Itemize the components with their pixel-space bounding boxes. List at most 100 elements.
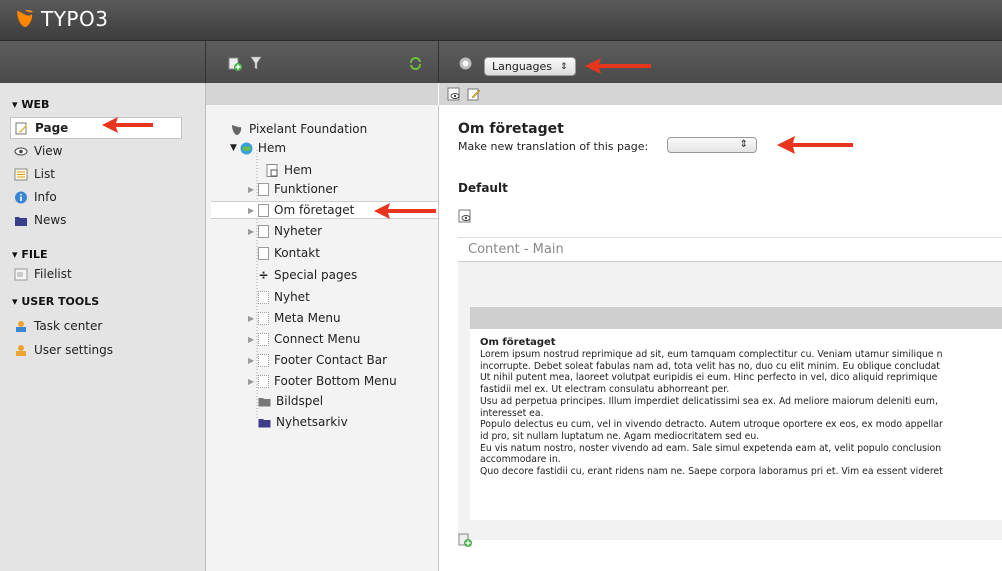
content-element-title: Om företaget [480,337,556,348]
tree-item-label: Om företaget [274,203,355,217]
page-icon [258,311,269,325]
typo3-logo[interactable]: TYPO3 [14,7,108,31]
module-news[interactable]: News [10,210,180,230]
tree-item[interactable]: Kontakt [258,244,320,262]
module-menu: ▾ WEB Page View List Info News ▾ FILE Fi… [0,83,206,571]
folder-icon [15,216,27,226]
text-line: id pro, sit nullam luptatum ne. Agam med… [480,430,760,442]
text-line: Ut nihil putent mea, laoreet volutpat eu… [480,372,938,384]
tree-item-label: Kontakt [274,246,320,260]
page-icon [258,290,269,304]
tree-item[interactable]: Hem [258,161,312,179]
expand-arrow-icon[interactable]: ▶ [248,227,258,236]
filter-icon[interactable] [250,56,262,70]
text-line: Lorem ipsum nostrud reprimique ad sit, e… [480,349,943,360]
tree-item[interactable]: ▶ Connect Menu [248,330,360,348]
content-icon-bar [439,83,1002,105]
module-filelist-label: Filelist [34,267,72,281]
tree-item-label: Connect Menu [274,332,361,346]
tree-item-label: Nyhetsarkiv [276,415,348,429]
expand-arrow-icon[interactable]: ▶ [248,314,258,323]
shortcut-page-icon [266,163,278,177]
text-line: Populo delectus eu cum, vel in vivendo d… [480,419,943,431]
tree-item[interactable]: Nyhet [258,288,310,306]
edit-page-icon[interactable] [467,87,481,101]
module-list[interactable]: List [10,164,180,184]
section-web[interactable]: ▾ WEB [12,98,49,111]
module-task-center[interactable]: Task center [10,316,180,336]
tree-item[interactable]: ▶ Footer Bottom Menu [248,372,397,390]
new-page-icon[interactable] [228,57,242,71]
globe-icon [240,142,253,154]
view-page-icon[interactable] [447,87,461,101]
tree-item[interactable]: ▶ Footer Contact Bar [248,351,387,369]
content-element-header[interactable] [470,307,1002,329]
new-content-icon[interactable] [458,533,472,547]
page-icon [258,203,269,217]
tree-root[interactable]: Pixelant Foundation [230,120,367,138]
text-line: interesset ea. [480,407,544,419]
section-user-tools[interactable]: ▾ USER TOOLS [12,295,99,308]
page-icon [258,374,269,388]
left-toolbar [0,41,206,83]
module-filelist[interactable]: Filelist [10,264,180,284]
text-line: incorrupte. Debet soleat fabulas nam ad,… [480,360,940,372]
tree-item[interactable]: Bildspel [258,392,323,410]
expand-arrow-icon[interactable]: ▶ [248,185,258,194]
view-page-icon[interactable] [458,209,472,223]
expand-arrow-icon[interactable]: ▶ [248,335,258,344]
languages-label: Languages [492,60,553,73]
tree-item[interactable]: ÷ Special pages [258,266,357,284]
logo-text: TYPO3 [41,7,109,31]
page-title: Om företaget [458,121,564,137]
refresh-icon[interactable] [409,57,422,70]
module-user-settings-label: User settings [34,343,114,357]
divider-icon: ÷ [258,268,269,282]
tree-item-label: Nyheter [274,224,323,238]
translation-label: Make new translation of this page: [458,140,649,153]
module-view-label: View [34,144,63,158]
tree-item[interactable]: ▶ Meta Menu [248,309,341,327]
module-page-label: Page [35,121,69,135]
page-icon [258,332,269,346]
page-icon [258,182,269,196]
expand-arrow-icon[interactable]: ▶ [248,206,258,215]
typo3-root-icon [232,124,242,135]
filelist-icon [14,268,28,280]
module-task-center-label: Task center [34,319,103,333]
text-line: fastidii mel ex. Ut electram consulatu a… [480,384,730,396]
module-user-settings[interactable]: User settings [10,340,180,360]
expand-arrow-icon[interactable]: ▶ [248,377,258,386]
content-element-text: Lorem ipsum nostrud reprimique ad sit, e… [480,349,1002,519]
help-icon[interactable] [459,57,472,70]
annotation-arrow [374,203,436,219]
module-page[interactable]: Page [10,117,182,139]
list-icon [14,168,28,180]
typo3-logo-icon [17,10,33,27]
gray-folder-icon [258,397,271,406]
text-line: Eu vis natum nostro, noster vivendo ad e… [480,442,942,454]
page-icon [258,353,269,367]
tree-item[interactable]: Nyhetsarkiv [258,413,348,431]
annotation-arrow [102,117,153,133]
module-view[interactable]: View [10,141,180,161]
languages-select[interactable]: Languages ⇕ [484,57,576,76]
collapse-arrow-icon[interactable]: ▼ [230,143,237,153]
tree-item-label: Footer Contact Bar [274,353,388,367]
tree-item[interactable]: ▶ Funktioner [248,180,338,198]
folder-icon [258,418,271,427]
tree-item-label: Bildspel [276,394,324,408]
select-caret-icon: ⇕ [739,139,748,150]
task-center-icon [16,320,26,332]
translation-select[interactable]: ⇕ [667,137,757,153]
text-line: accommodare in. [480,454,561,466]
tree-item[interactable]: ▶ Nyheter [248,222,322,240]
module-info[interactable]: Info [10,187,180,207]
module-news-label: News [34,213,67,227]
top-bar: TYPO3 [0,0,1002,41]
expand-arrow-icon[interactable]: ▶ [248,356,258,365]
eye-icon [14,147,28,155]
tree-header-strip [206,83,438,105]
section-file[interactable]: ▾ FILE [12,248,47,261]
tree-item-label: Hem [284,163,313,177]
